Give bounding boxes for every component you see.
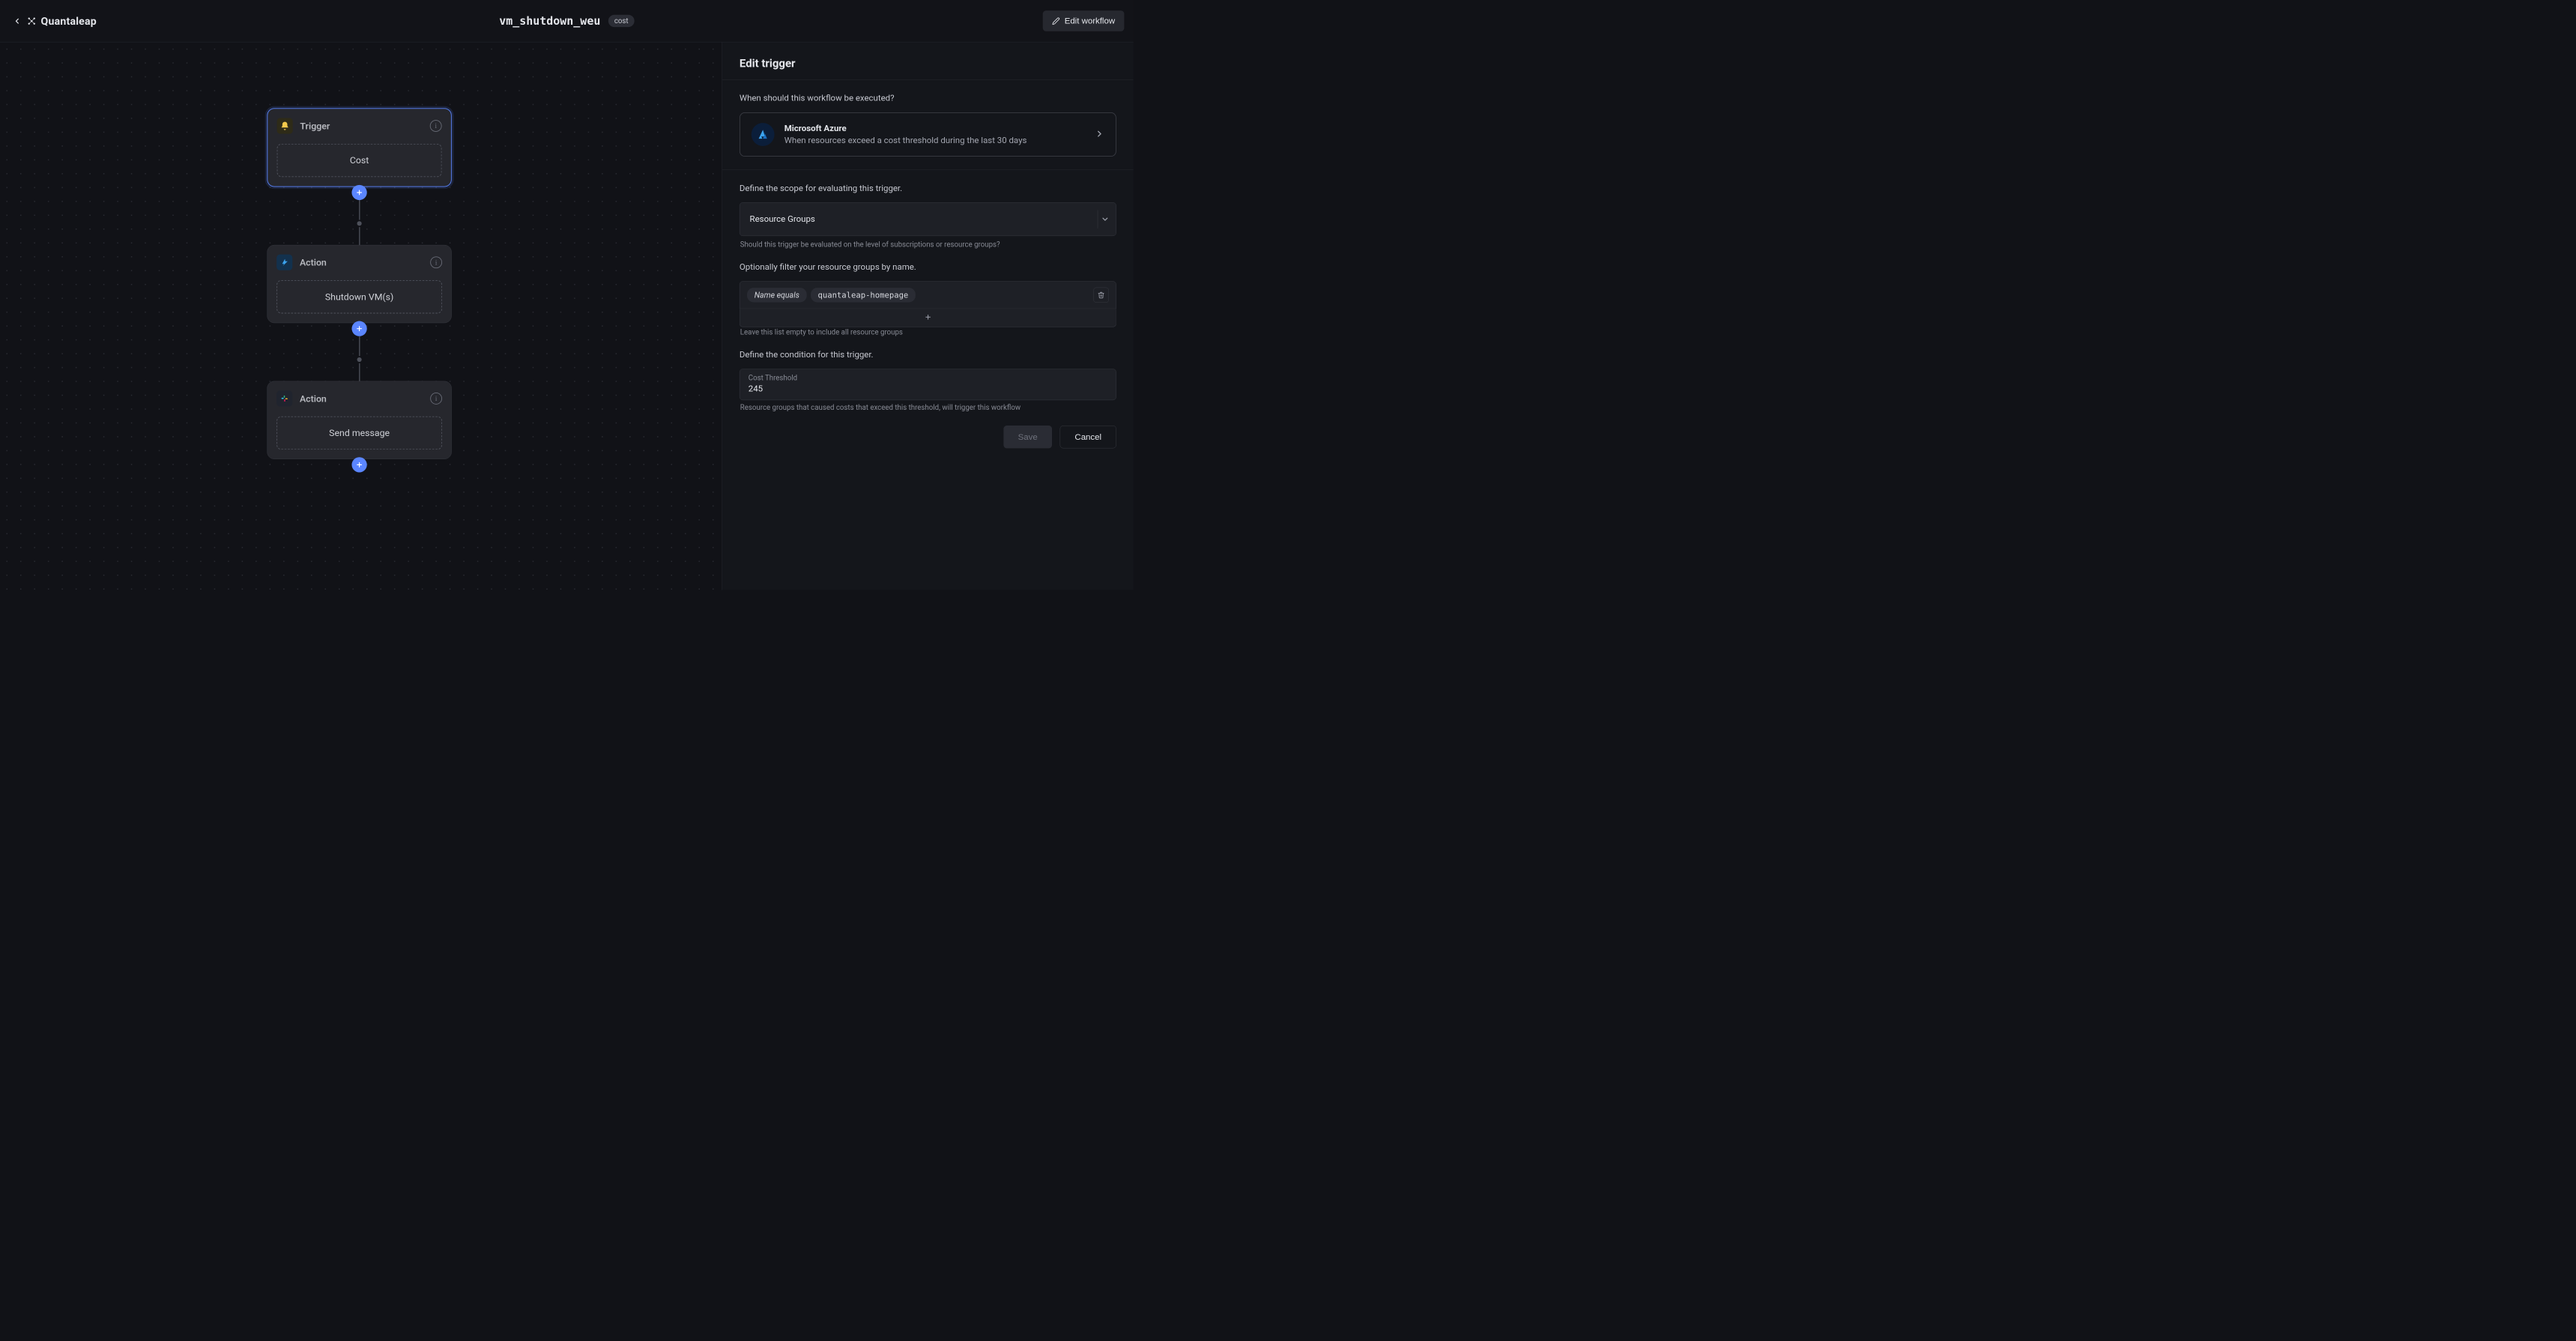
trigger-node[interactable]: Trigger i Cost [267, 108, 451, 187]
action-node-shutdown[interactable]: Action i Shutdown VM(s) [267, 245, 451, 323]
header-title-wrap: vm_shutdown_weu cost [499, 14, 634, 28]
add-step-button[interactable] [351, 185, 366, 200]
plus-icon [356, 461, 363, 469]
connector [267, 185, 451, 247]
save-button: Save [1003, 426, 1052, 448]
info-icon[interactable]: i [430, 393, 442, 405]
plus-icon [356, 189, 363, 196]
back-button[interactable] [9, 13, 25, 28]
info-icon[interactable]: i [430, 120, 442, 132]
scope-select[interactable]: Resource Groups [740, 202, 1116, 236]
scope-helper: Should this trigger be evaluated on the … [740, 240, 1116, 249]
action-node-send-message[interactable]: Action i Send message [267, 381, 451, 459]
add-step-button[interactable] [351, 457, 366, 472]
provider-desc: When resources exceed a cost threshold d… [784, 136, 1027, 145]
bell-icon [277, 118, 293, 134]
connector [267, 321, 451, 384]
trigger-node-body[interactable]: Cost [277, 144, 442, 177]
edit-workflow-button[interactable]: Edit workflow [1043, 10, 1125, 31]
when-section-label: When should this workflow be executed? [740, 94, 1116, 103]
edit-workflow-label: Edit workflow [1065, 16, 1115, 26]
azure-icon [752, 123, 775, 146]
workflow-title: vm_shutdown_weu [499, 14, 600, 28]
delete-filter-button[interactable] [1093, 288, 1108, 303]
action-node-label: Action [300, 257, 327, 268]
filter-helper: Leave this list empty to include all res… [740, 328, 1116, 336]
action-node-body[interactable]: Send message [276, 417, 442, 449]
add-step-button[interactable] [351, 321, 366, 336]
connector [267, 457, 451, 472]
azure-icon [276, 255, 292, 270]
trash-icon [1098, 291, 1105, 299]
add-filter-button[interactable] [740, 309, 1116, 327]
workflow-badge: cost [608, 15, 635, 27]
provider-block[interactable]: Microsoft Azure When resources exceed a … [740, 112, 1116, 157]
workflow-canvas[interactable]: Trigger i Cost Action [0, 42, 722, 590]
action-node-label: Action [300, 393, 327, 405]
panel-title: Edit trigger [740, 57, 1116, 70]
plus-icon [356, 325, 363, 333]
condition-section-label: Define the condition for this trigger. [740, 350, 1116, 360]
chevron-right-icon [1095, 129, 1104, 139]
scope-select-value: Resource Groups [750, 214, 815, 224]
brand-logo[interactable]: Quantaleap [26, 15, 97, 28]
cost-threshold-field[interactable]: Cost Threshold 245 [740, 369, 1116, 400]
chevron-left-icon [13, 16, 21, 25]
app-header: Quantaleap vm_shutdown_weu cost Edit wor… [0, 0, 1134, 42]
filter-predicate-chip[interactable]: Name equals [747, 288, 806, 302]
cost-threshold-label: Cost Threshold [749, 374, 1107, 382]
filter-value-chip[interactable]: quantaleap-homepage [811, 288, 916, 302]
plus-icon [925, 313, 932, 321]
filter-row: Name equals quantaleap-homepage [740, 281, 1116, 309]
trigger-editor-panel: Edit trigger When should this workflow b… [722, 42, 1134, 590]
brand-name: Quantaleap [41, 15, 97, 28]
slack-icon [276, 390, 292, 406]
cost-helper: Resource groups that caused costs that e… [740, 404, 1116, 412]
info-icon[interactable]: i [430, 256, 442, 268]
cost-threshold-value: 245 [749, 384, 1107, 394]
pencil-icon [1052, 17, 1060, 25]
provider-name: Microsoft Azure [784, 124, 1027, 133]
cancel-button[interactable]: Cancel [1060, 426, 1116, 448]
filter-section-label: Optionally filter your resource groups b… [740, 262, 1116, 272]
scope-section-label: Define the scope for evaluating this tri… [740, 184, 1116, 193]
quantaleap-icon [26, 16, 37, 26]
trigger-node-label: Trigger [300, 121, 330, 132]
action-node-body[interactable]: Shutdown VM(s) [276, 280, 442, 313]
chevron-down-icon [1101, 215, 1109, 223]
